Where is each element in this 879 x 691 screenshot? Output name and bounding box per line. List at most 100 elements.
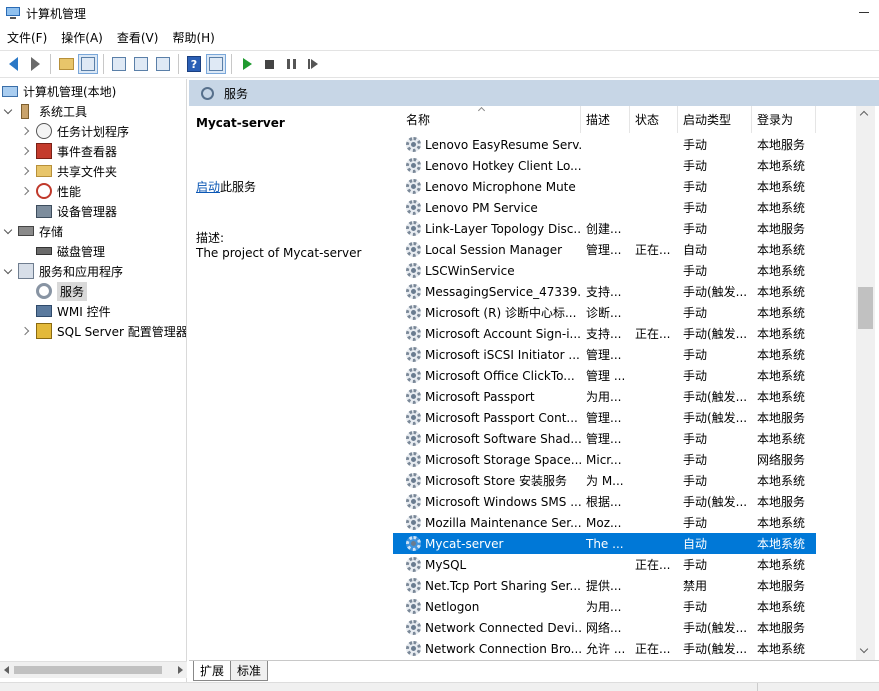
expand-chevron-icon[interactable]	[22, 186, 32, 196]
service-name-cell: Microsoft Office ClickTo...	[393, 368, 581, 383]
collapse-chevron-icon[interactable]	[4, 106, 14, 116]
column-header-description[interactable]: 描述	[581, 106, 630, 133]
tab-standard[interactable]: 标准	[231, 661, 269, 681]
help-button[interactable]: ?	[184, 54, 204, 74]
service-startup-cell: 自动	[683, 243, 708, 257]
restart-icon	[308, 59, 318, 69]
scroll-up-icon[interactable]	[859, 110, 869, 120]
export-list-button[interactable]	[153, 54, 173, 74]
column-header-logon-as[interactable]: 登录为	[752, 106, 816, 133]
service-row[interactable]: LSCWinService 手动 本地系统	[393, 260, 816, 281]
service-status-cell: 正在...	[635, 558, 671, 572]
services-vertical-scrollbar[interactable]	[856, 106, 875, 660]
device-manager-icon	[36, 204, 52, 218]
service-row[interactable]: Link-Layer Topology Disc... 创建... 手动 本地服务	[393, 218, 816, 239]
back-button[interactable]	[3, 54, 23, 74]
tree-item[interactable]: 磁盘管理	[22, 241, 105, 261]
service-row[interactable]: MessagingService_47339... 支持... 手动(触发... 本地…	[393, 281, 816, 302]
menu-help[interactable]: 帮助(H)	[165, 26, 221, 50]
service-name-text: Microsoft Windows SMS ...	[425, 494, 581, 509]
pause-service-button[interactable]	[281, 54, 301, 74]
service-desc-cell: 根据...	[586, 495, 622, 509]
scrollbar-thumb[interactable]	[14, 666, 162, 674]
service-row[interactable]: Mozilla Maintenance Ser... Moz... 手动 本地系统	[393, 512, 816, 533]
forward-button[interactable]	[25, 54, 45, 74]
menu-action[interactable]: 操作(A)	[54, 26, 110, 50]
service-row[interactable]: MySQL 正在... 手动 本地系统	[393, 554, 816, 575]
column-header-status[interactable]: 状态	[630, 106, 678, 133]
show-action-pane-button[interactable]	[206, 54, 226, 74]
expand-chevron-icon[interactable]	[22, 166, 32, 176]
service-row[interactable]: Microsoft Windows SMS ... 根据... 手动(触发... 本地…	[393, 491, 816, 512]
tree-item[interactable]: 计算机管理(本地)	[2, 81, 116, 101]
service-startup-cell: 手动(触发...	[683, 642, 748, 656]
menu-file[interactable]: 文件(F)	[0, 26, 54, 50]
service-row[interactable]: Network Connection Bro... 允许 ... 正在... 手动(触…	[393, 638, 816, 659]
service-row[interactable]: Microsoft Account Sign-i... 支持... 正在... 手动(…	[393, 323, 816, 344]
scrollbar-thumb[interactable]	[858, 287, 873, 329]
service-row[interactable]: Local Session Manager 管理... 正在... 自动 本地系统	[393, 239, 816, 260]
service-gear-icon	[406, 242, 421, 257]
column-header-name[interactable]: 名称	[393, 106, 581, 133]
service-startup-cell: 手动(触发...	[683, 327, 748, 341]
service-row[interactable]: Microsoft Office ClickTo... 管理 ... 手动 本地系统	[393, 365, 816, 386]
toolbar-separator	[178, 54, 179, 74]
service-row[interactable]: Microsoft Store 安装服务 为 M... 手动 本地系统	[393, 470, 816, 491]
expand-chevron-icon[interactable]	[22, 126, 32, 136]
restart-service-button[interactable]	[303, 54, 323, 74]
service-row[interactable]: Microsoft Passport 为用... 手动(触发... 本地系统	[393, 386, 816, 407]
collapse-chevron-icon[interactable]	[4, 226, 14, 236]
tree-item[interactable]: 共享文件夹	[22, 161, 117, 181]
service-gear-icon	[406, 326, 421, 341]
tree-horizontal-scrollbar[interactable]	[0, 661, 187, 678]
column-header-startup-type[interactable]: 启动类型	[678, 106, 752, 133]
tree-item[interactable]: 存储	[4, 221, 63, 241]
service-row[interactable]: Netlogon 为用... 手动 本地系统	[393, 596, 816, 617]
tab-extended[interactable]: 扩展	[193, 661, 232, 681]
column-startup-label: 启动类型	[683, 113, 732, 127]
tree-item[interactable]: 设备管理器	[22, 201, 117, 221]
expand-chevron-icon[interactable]	[22, 326, 32, 336]
service-row[interactable]: Microsoft Passport Cont... 管理... 手动(触发... 本…	[393, 407, 816, 428]
menu-view[interactable]: 查看(V)	[110, 26, 166, 50]
service-startup-cell: 手动(触发...	[683, 621, 748, 635]
tree-item[interactable]: 事件查看器	[22, 141, 117, 161]
service-row[interactable]: Mycat-server The ... 自动 本地系统	[393, 533, 816, 554]
service-logon-cell: 本地服务	[757, 621, 806, 635]
service-row[interactable]: Lenovo Microphone Mute 手动 本地系统	[393, 176, 816, 197]
tree-item[interactable]: 性能	[22, 181, 81, 201]
start-service-link[interactable]: 启动	[196, 180, 220, 194]
service-row[interactable]: Network Connected Devi... 网络... 手动(触发... 本地…	[393, 617, 816, 638]
service-startup-cell: 手动(触发...	[683, 285, 748, 299]
stop-service-button[interactable]	[259, 54, 279, 74]
tree-item[interactable]: WMI 控件	[22, 301, 111, 321]
service-row[interactable]: Microsoft Software Shad... 管理... 手动 本地系统	[393, 428, 816, 449]
service-row[interactable]: Microsoft (R) 诊断中心标... 诊断... 手动 本地系统	[393, 302, 816, 323]
show-hide-tree-button[interactable]	[78, 54, 98, 74]
collapse-chevron-icon[interactable]	[4, 266, 14, 276]
refresh-button[interactable]	[131, 54, 151, 74]
scroll-down-icon[interactable]	[859, 644, 869, 654]
tree-item[interactable]: SQL Server 配置管理器	[22, 321, 186, 341]
expand-chevron-icon[interactable]	[22, 146, 32, 156]
tree-item-label: 事件查看器	[57, 144, 118, 159]
tree-item[interactable]: 系统工具	[4, 101, 87, 121]
service-desc-cell: 管理 ...	[586, 369, 626, 383]
tree-item[interactable]: 服务	[22, 281, 88, 301]
scroll-right-icon[interactable]	[178, 666, 183, 674]
service-row[interactable]: Lenovo EasyResume Serv... 手动 本地服务	[393, 134, 816, 155]
properties-button[interactable]	[109, 54, 129, 74]
up-level-button[interactable]	[56, 54, 76, 74]
start-service-button[interactable]	[237, 54, 257, 74]
service-row[interactable]: Lenovo Hotkey Client Lo... 手动 本地系统	[393, 155, 816, 176]
service-row[interactable]: Lenovo PM Service 手动 本地系统	[393, 197, 816, 218]
minimize-button[interactable]	[849, 0, 879, 26]
service-row[interactable]: Microsoft Storage Space... Micr... 手动 网络服务	[393, 449, 816, 470]
scroll-left-icon[interactable]	[4, 666, 9, 674]
service-row[interactable]: Net.Tcp Port Sharing Ser... 提供... 禁用 本地服务	[393, 575, 816, 596]
service-row[interactable]: Microsoft iSCSI Initiator ... 管理... 手动 本地系统	[393, 344, 816, 365]
tree-item[interactable]: 服务和应用程序	[4, 261, 123, 281]
service-name-text: Microsoft Account Sign-i...	[425, 326, 581, 341]
tree-item[interactable]: 任务计划程序	[22, 121, 129, 141]
